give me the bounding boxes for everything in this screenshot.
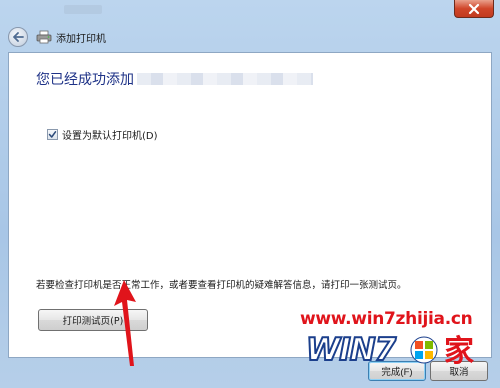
- blurred-title-text: [64, 5, 102, 14]
- back-arrow-icon: [13, 32, 24, 42]
- success-heading: 您已经成功添加: [36, 72, 134, 88]
- back-button[interactable]: [8, 27, 28, 47]
- svg-text:家: 家: [444, 334, 474, 368]
- checkmark-icon: [48, 131, 57, 138]
- add-printer-window: 添加打印机 您已经成功添加 设置为默认打印机(D) 若要检查打印机是否正常工作，…: [0, 0, 500, 388]
- svg-text:WIN7: WIN7: [306, 332, 397, 368]
- navigation-bar: 添加打印机: [0, 24, 500, 50]
- blurred-printer-name: [137, 73, 313, 85]
- default-printer-checkbox[interactable]: [47, 129, 58, 140]
- default-printer-option[interactable]: 设置为默认打印机(D): [47, 127, 158, 142]
- test-page-info: 若要检查打印机是否正常工作，或者要查看打印机的疑难解答信息，请打印一张测试页。: [36, 280, 407, 291]
- close-button[interactable]: [454, 0, 494, 18]
- window-title: 添加打印机: [56, 33, 106, 45]
- close-icon: [468, 3, 480, 14]
- printer-icon: [36, 30, 52, 44]
- watermark-logo: WIN7 家: [305, 331, 474, 368]
- watermark-url: www.win7zhijia.cn: [300, 309, 473, 329]
- default-printer-label: 设置为默认打印机(D): [62, 131, 158, 142]
- title-bar: [0, 0, 500, 22]
- red-arrow-annotation: [114, 280, 136, 366]
